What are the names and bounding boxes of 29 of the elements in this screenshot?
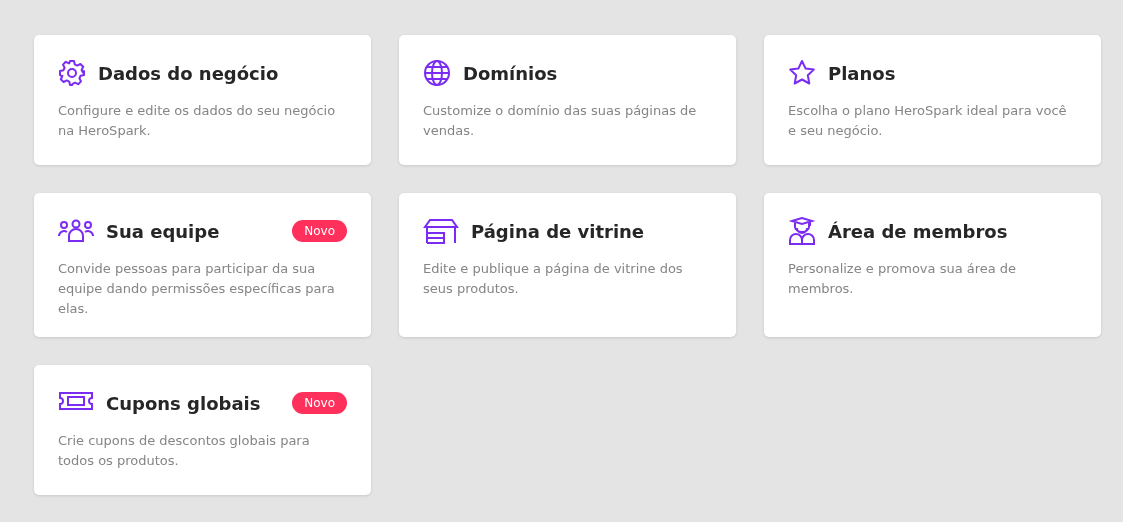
card-title: Área de membros <box>828 220 1009 242</box>
settings-card[interactable]: Área de membros Personalize e promova sua área de membros. <box>764 193 1101 337</box>
card-title: Página de vitrine <box>471 220 646 242</box>
new-badge: Novo <box>292 220 347 242</box>
star-icon <box>788 59 816 87</box>
settings-card[interactable]: Sua equipe Novo Convide pessoas para participar da sua equipe dando permissões específicas para elas. <box>34 193 371 337</box>
graduate-icon <box>788 217 816 245</box>
gear-icon <box>58 59 86 87</box>
card-title: Dados do negócio <box>98 62 280 84</box>
card-title: Sua equipe <box>106 220 221 242</box>
globe-icon <box>423 59 451 87</box>
card-title: Cupons globais <box>106 392 262 414</box>
store-icon <box>423 217 459 245</box>
settings-card[interactable]: Domínios Customize o domínio das suas páginas de vendas. <box>399 35 736 165</box>
card-description: Crie cupons de descontos globais para todos os produtos. <box>58 432 311 470</box>
card-description: Configure e edite os dados do seu negócio na HeroSpark. <box>58 102 337 140</box>
settings-card[interactable]: Dados do negócio Configure e edite os dados do seu negócio na HeroSpark. <box>34 35 371 165</box>
settings-card[interactable]: Planos Escolha o plano HeroSpark ideal para você e seu negócio. <box>764 35 1101 165</box>
people-icon <box>58 217 94 245</box>
settings-card[interactable]: Página de vitrine Edite e publique a página de vitrine dos seus produtos. <box>399 193 736 337</box>
card-description: Escolha o plano HeroSpark ideal para você e seu negócio. <box>788 102 1068 140</box>
card-description: Edite e publique a página de vitrine dos seus produtos. <box>423 260 684 298</box>
settings-card[interactable]: Cupons globais Novo Crie cupons de descontos globais para todos os produtos. <box>34 365 371 495</box>
card-title: Planos <box>828 62 897 84</box>
new-badge: Novo <box>292 392 347 414</box>
card-description: Convide pessoas para participar da sua equipe dando permissões específicas para elas. <box>58 260 336 318</box>
card-description: Customize o domínio das suas páginas de vendas. <box>423 102 698 140</box>
card-description: Personalize e promova sua área de membros. <box>788 260 1018 298</box>
card-title: Domínios <box>463 62 559 84</box>
